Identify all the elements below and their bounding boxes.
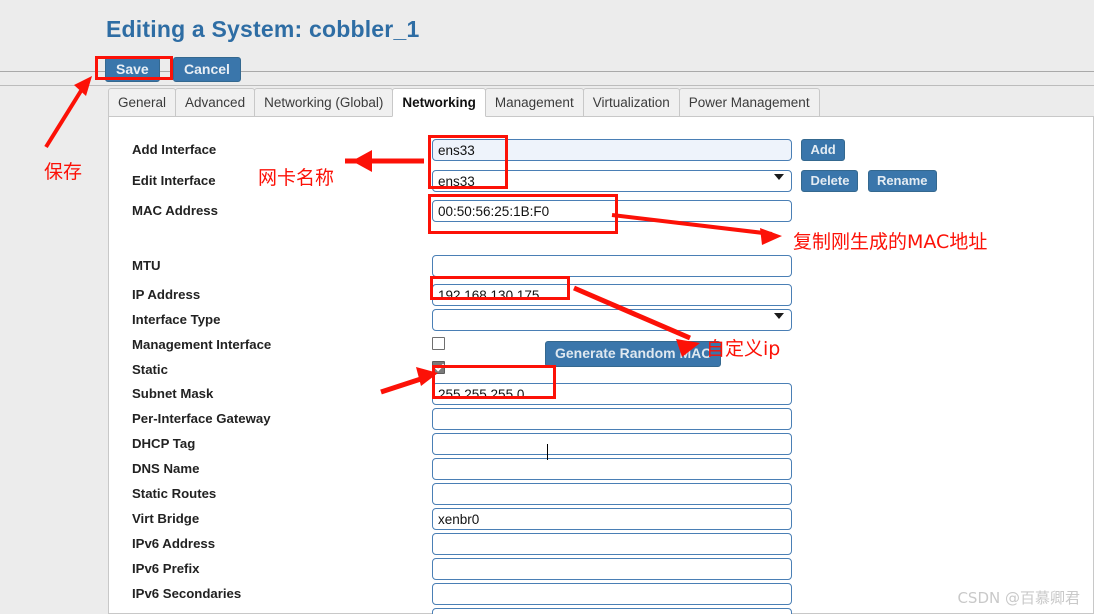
control-per-interface-gateway [432,408,792,430]
row-subnet-mask: Subnet Mask [109,383,1094,410]
networking-form-panel: Add Interface Add Edit Interface ens33 D… [108,116,1094,614]
highlight-box-save-button [95,56,173,80]
label-virt-bridge: Virt Bridge [132,511,200,526]
row-per-interface-gateway: Per-Interface Gateway [109,408,1094,435]
label-mtu: MTU [132,258,161,273]
tab-networking-global[interactable]: Networking (Global) [254,88,394,117]
label-ipv6-mtu: IPv6 MTU [132,610,191,614]
dns-name-input[interactable] [432,458,792,480]
control-ipv6-secondaries [432,583,792,605]
add-interface-button[interactable]: Add [801,139,845,161]
highlight-box-subnet-mask [432,365,556,399]
interface-type-select-wrap [432,309,792,331]
label-ip-address: IP Address [132,287,201,302]
row-add-interface: Add Interface Add [109,139,1094,166]
label-ipv6-secondaries: IPv6 Secondaries [132,586,242,601]
row-ipv6-mtu: IPv6 MTU [109,608,1094,614]
ipv6-secondaries-input[interactable] [432,583,792,605]
label-add-interface: Add Interface [132,142,217,157]
row-virt-bridge: Virt Bridge [109,508,1094,535]
label-per-interface-gateway: Per-Interface Gateway [132,411,271,426]
control-mtu [432,255,792,277]
row-ipv6-address: IPv6 Address [109,533,1094,560]
control-ipv6-address [432,533,792,555]
label-interface-type: Interface Type [132,312,221,327]
tab-management[interactable]: Management [484,88,584,117]
tab-general[interactable]: General [108,88,177,117]
label-ipv6-address: IPv6 Address [132,536,216,551]
interface-type-select[interactable] [432,309,792,331]
label-ipv6-prefix: IPv6 Prefix [132,561,200,576]
row-dns-name: DNS Name [109,458,1094,485]
label-static-routes: Static Routes [132,486,217,501]
highlight-box-ip-address [430,276,570,300]
tab-bar: General Advanced Networking (Global) Net… [108,88,820,117]
annotation-save: 保存 [44,161,83,183]
cancel-button[interactable]: Cancel [173,57,241,82]
ipv6-prefix-input[interactable] [432,558,792,580]
label-dhcp-tag: DHCP Tag [132,436,196,451]
row-static-routes: Static Routes [109,483,1094,510]
label-static: Static [132,362,168,377]
watermark: CSDN @百慕卿君 [957,589,1080,607]
control-ipv6-prefix [432,558,792,580]
label-edit-interface: Edit Interface [132,173,216,188]
delete-interface-button[interactable]: Delete [801,170,859,192]
label-subnet-mask: Subnet Mask [132,386,214,401]
label-dns-name: DNS Name [132,461,200,476]
tab-power-management[interactable]: Power Management [678,88,820,117]
header-divider-2 [0,85,1094,86]
ipv6-address-input[interactable] [432,533,792,555]
row-mtu: MTU [109,255,1094,282]
text-caret [547,444,548,460]
label-mac-address: MAC Address [132,203,218,218]
tab-virtualization[interactable]: Virtualization [582,88,680,117]
control-virt-bridge [432,508,792,530]
row-ipv6-secondaries: IPv6 Secondaries [109,583,1094,610]
row-ipv6-prefix: IPv6 Prefix [109,558,1094,585]
page-title: Editing a System: cobbler_1 [106,16,420,42]
rename-interface-button[interactable]: Rename [867,170,937,192]
annotation-copy-mac: 复制刚生成的MAC地址 [793,231,988,253]
control-ipv6-mtu [432,608,792,614]
virt-bridge-input[interactable] [432,508,792,530]
annotation-nic-name: 网卡名称 [258,167,335,189]
control-static-routes [432,483,792,505]
row-ip-address: IP Address [109,284,1094,311]
label-management-interface: Management Interface [132,337,272,352]
row-interface-type: Interface Type [109,309,1094,336]
control-dns-name [432,458,792,480]
static-routes-input[interactable] [432,483,792,505]
management-interface-checkbox[interactable] [432,337,445,350]
dhcp-tag-input[interactable] [432,433,792,455]
mtu-input[interactable] [432,255,792,277]
browser-page: Editing a System: cobbler_1 Save Cancel … [0,0,1094,614]
control-management-interface [432,337,445,355]
generate-random-mac-button[interactable]: Generate Random MAC [545,341,722,367]
annotation-custom-ip: 自定义ip [706,338,781,360]
ipv6-mtu-input[interactable] [432,608,792,614]
control-dhcp-tag [432,433,792,455]
per-interface-gateway-input[interactable] [432,408,792,430]
tab-advanced[interactable]: Advanced [175,88,256,117]
highlight-box-interface-name [428,135,508,189]
control-interface-type [432,309,792,331]
tab-networking[interactable]: Networking [392,88,486,117]
highlight-box-mac-address [428,194,618,234]
row-dhcp-tag: DHCP Tag [109,433,1094,460]
